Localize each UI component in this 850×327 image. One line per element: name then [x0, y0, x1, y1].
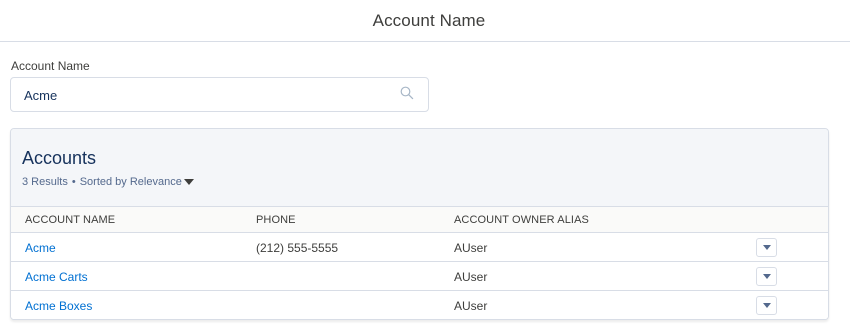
account-name-link[interactable]: Acme	[25, 241, 56, 255]
phone-cell: (212) 555-5555	[256, 241, 339, 255]
row-actions-button[interactable]	[756, 296, 777, 315]
chevron-down-icon	[762, 245, 771, 250]
column-header-phone[interactable]: PHONE	[256, 214, 296, 226]
search-field-label: Account Name	[11, 59, 90, 73]
results-table: ACCOUNT NAME PHONE ACCOUNT OWNER ALIAS A…	[11, 206, 828, 319]
table-row: Acme Boxes AUser	[11, 291, 828, 319]
chevron-down-icon	[762, 274, 771, 279]
results-separator: •	[71, 176, 76, 188]
search-icon[interactable]	[400, 86, 414, 100]
modal-header: Account Name	[0, 0, 850, 42]
results-card: Accounts 3 Results • Sorted by Relevance…	[10, 128, 829, 320]
results-summary: 3 Results • Sorted by Relevance	[22, 176, 194, 188]
column-header-account-name[interactable]: ACCOUNT NAME	[25, 214, 115, 226]
row-actions-button[interactable]	[756, 238, 777, 257]
chevron-down-icon	[762, 303, 771, 308]
account-name-link[interactable]: Acme Boxes	[25, 299, 92, 313]
modal-title: Account Name	[372, 10, 486, 30]
results-count: 3 Results	[22, 176, 68, 188]
owner-alias-cell: AUser	[454, 299, 488, 313]
row-actions-button[interactable]	[756, 267, 777, 286]
account-name-link[interactable]: Acme Carts	[25, 270, 88, 284]
owner-alias-cell: AUser	[454, 241, 488, 255]
search-input[interactable]: Acme	[10, 77, 429, 112]
sort-caret-down-icon[interactable]	[183, 179, 194, 185]
table-row: Acme (212) 555-5555 AUser	[11, 233, 828, 262]
results-card-header: Accounts 3 Results • Sorted by Relevance	[11, 129, 828, 206]
sort-label[interactable]: Sorted by Relevance	[80, 176, 182, 188]
owner-alias-cell: AUser	[454, 270, 488, 284]
search-input-value[interactable]: Acme	[24, 88, 57, 103]
column-header-owner-alias[interactable]: ACCOUNT OWNER ALIAS	[454, 214, 589, 226]
table-row: Acme Carts AUser	[11, 262, 828, 291]
results-title: Accounts	[22, 148, 97, 168]
table-header: ACCOUNT NAME PHONE ACCOUNT OWNER ALIAS	[11, 206, 828, 233]
